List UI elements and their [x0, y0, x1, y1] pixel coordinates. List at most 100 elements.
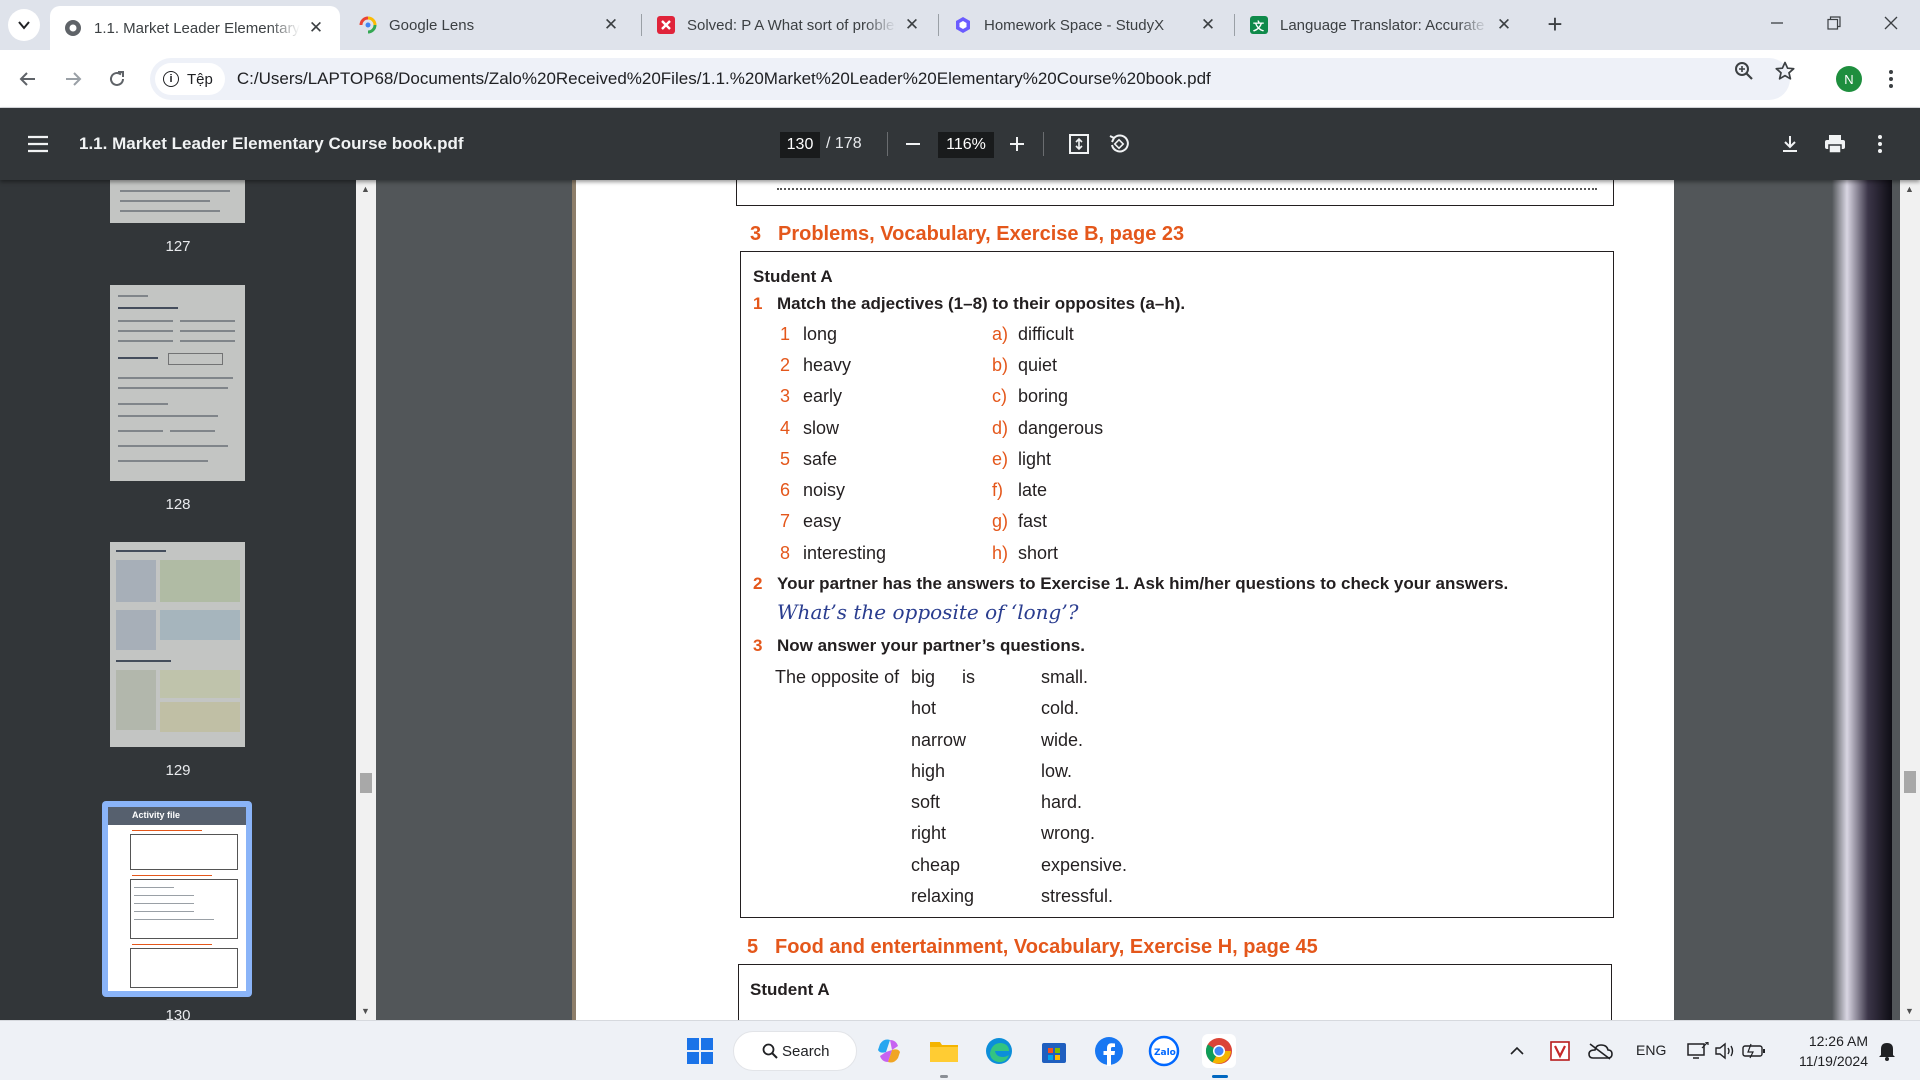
google-lens-icon [359, 16, 377, 34]
thumbnail-sidebar: 127 128 129 Activity file 130 [0, 180, 356, 1020]
tab-title: 1.1. Market Leader Elementary Course boo… [94, 19, 300, 37]
pair-word: right [911, 823, 947, 843]
close-tab-icon[interactable]: ✕ [306, 18, 326, 38]
zoom-icon[interactable] [1734, 61, 1754, 81]
tab-market-leader[interactable]: 1.1. Market Leader Elementary Course boo… [50, 6, 340, 50]
back-button[interactable] [10, 61, 46, 97]
tab-search-button[interactable] [8, 9, 40, 41]
tab-title: Google Lens [389, 16, 475, 34]
new-tab-button[interactable]: + [1540, 10, 1570, 40]
item-number: 8 [780, 543, 791, 563]
pair-opposite: expensive. [1041, 855, 1128, 875]
clock-date[interactable]: 11/19/2024 [1788, 1053, 1868, 1069]
address-bar[interactable]: i Tệp C:/Users/LAPTOP68/Documents/Zalo%2… [150, 58, 1790, 100]
chrome-icon[interactable] [1202, 1034, 1236, 1068]
thumbnail-label: 127 [165, 238, 191, 255]
zoom-input[interactable]: 116% [938, 132, 994, 158]
page-thumbnail-128[interactable] [110, 285, 245, 481]
page-number-input[interactable]: 130 [780, 132, 820, 158]
tab-strip: 1.1. Market Leader Elementary Course boo… [0, 0, 1920, 50]
tray-chevron-up-icon[interactable] [1505, 1034, 1529, 1068]
close-tab-icon[interactable]: ✕ [1198, 15, 1218, 35]
sidebar-scrollbar[interactable]: ▲ ▼ [356, 180, 376, 1020]
chevron-down-icon [18, 21, 30, 30]
pair-word: relaxing [911, 886, 975, 906]
item-letter: h) [992, 543, 1009, 563]
translator-icon: 文 [1250, 16, 1268, 34]
pdf-more-icon[interactable] [1866, 130, 1894, 158]
pair-word: narrow [911, 730, 967, 750]
restore-button[interactable] [1811, 0, 1857, 46]
site-info-chip[interactable]: i Tệp [155, 63, 225, 95]
clock-time[interactable]: 12:26 AM [1806, 1033, 1868, 1049]
tab-language-translator[interactable]: 文 Language Translator: Accurate & Fast ✕ [1236, 0, 1528, 50]
close-tab-icon[interactable]: ✕ [601, 15, 621, 35]
question-text: Your partner has the answers to Exercise… [777, 574, 1509, 593]
globe-icon [64, 19, 82, 37]
sidebar-scrollbar-thumb[interactable] [360, 773, 372, 793]
close-window-button[interactable] [1868, 0, 1914, 46]
previous-exercise-box [736, 180, 1614, 206]
item-number: 6 [780, 480, 791, 500]
taskbar-search[interactable]: Search [733, 1031, 857, 1071]
thumbnail-label: 130 [165, 1007, 191, 1020]
reload-button[interactable] [99, 61, 135, 97]
onedrive-tray-icon[interactable] [1585, 1034, 1615, 1068]
restore-icon [1827, 16, 1841, 30]
adjective-word: heavy [803, 355, 852, 375]
zoom-in-button[interactable] [1003, 130, 1031, 158]
pdf-viewer[interactable]: 3 Problems, Vocabulary, Exercise B, page… [376, 180, 1900, 1020]
zoom-out-button[interactable] [899, 130, 927, 158]
close-tab-icon[interactable]: ✕ [902, 15, 922, 35]
page-thumbnail-130[interactable]: Activity file [108, 807, 246, 991]
pair-opposite: cold. [1041, 698, 1080, 718]
tab-google-lens[interactable]: Google Lens ✕ [345, 0, 635, 50]
edge-icon[interactable] [982, 1034, 1016, 1068]
page-thumbnail-127[interactable] [110, 180, 245, 223]
tab-studyx[interactable]: Homework Space - StudyX ✕ [940, 0, 1232, 50]
forward-button[interactable] [55, 61, 91, 97]
tab-chegg-solved[interactable]: Solved: P A What sort of problems ✕ [643, 0, 936, 50]
site-chip-label: Tệp [187, 70, 213, 88]
network-tray-icon[interactable] [1684, 1034, 1712, 1068]
page-thumbnail-129[interactable] [110, 542, 245, 747]
notification-bell-icon[interactable] [1874, 1034, 1900, 1068]
page-total: / 178 [826, 135, 862, 152]
bookmark-star-icon[interactable] [1775, 61, 1795, 81]
url-text[interactable]: C:/Users/LAPTOP68/Documents/Zalo%20Recei… [237, 69, 1211, 89]
opposite-word: boring [1018, 386, 1069, 406]
rotate-button[interactable] [1105, 130, 1133, 158]
fit-page-button[interactable] [1065, 130, 1093, 158]
sidebar-menu-icon[interactable] [26, 132, 50, 156]
language-indicator[interactable]: ENG [1636, 1042, 1666, 1058]
browser-menu-icon[interactable] [1878, 66, 1904, 92]
profile-avatar[interactable]: N [1836, 66, 1862, 92]
download-icon [1783, 136, 1797, 152]
opposite-word: light [1018, 449, 1052, 469]
running-app-indicator [940, 1075, 948, 1078]
student-label: Student A [750, 980, 830, 999]
arrow-right-icon [66, 72, 82, 86]
copilot-icon[interactable] [872, 1034, 906, 1068]
windows-start-icon[interactable] [683, 1034, 717, 1068]
battery-tray-icon[interactable] [1740, 1034, 1768, 1068]
main-scrollbar[interactable]: ▲ ▼ [1900, 180, 1920, 1020]
close-tab-icon[interactable]: ✕ [1494, 15, 1514, 35]
item-letter: a) [992, 324, 1009, 344]
item-number: 5 [780, 449, 791, 469]
pdf-page: 3 Problems, Vocabulary, Exercise B, page… [572, 180, 1892, 1020]
opposite-word: fast [1018, 511, 1048, 531]
print-button[interactable] [1821, 130, 1849, 158]
adjective-word: slow [803, 418, 840, 438]
microsoft-store-icon[interactable] [1037, 1034, 1071, 1068]
minimize-button[interactable] [1754, 0, 1800, 46]
download-button[interactable] [1776, 130, 1804, 158]
main-scrollbar-thumb[interactable] [1904, 771, 1916, 793]
volume-tray-icon[interactable] [1712, 1034, 1738, 1068]
file-explorer-icon[interactable] [927, 1034, 961, 1068]
vivaldi-tray-icon[interactable] [1547, 1034, 1573, 1068]
zalo-icon[interactable]: Zalo [1147, 1034, 1181, 1068]
thumbnail-label: 129 [165, 762, 191, 779]
tab-divider [938, 14, 939, 36]
facebook-icon[interactable] [1092, 1034, 1126, 1068]
